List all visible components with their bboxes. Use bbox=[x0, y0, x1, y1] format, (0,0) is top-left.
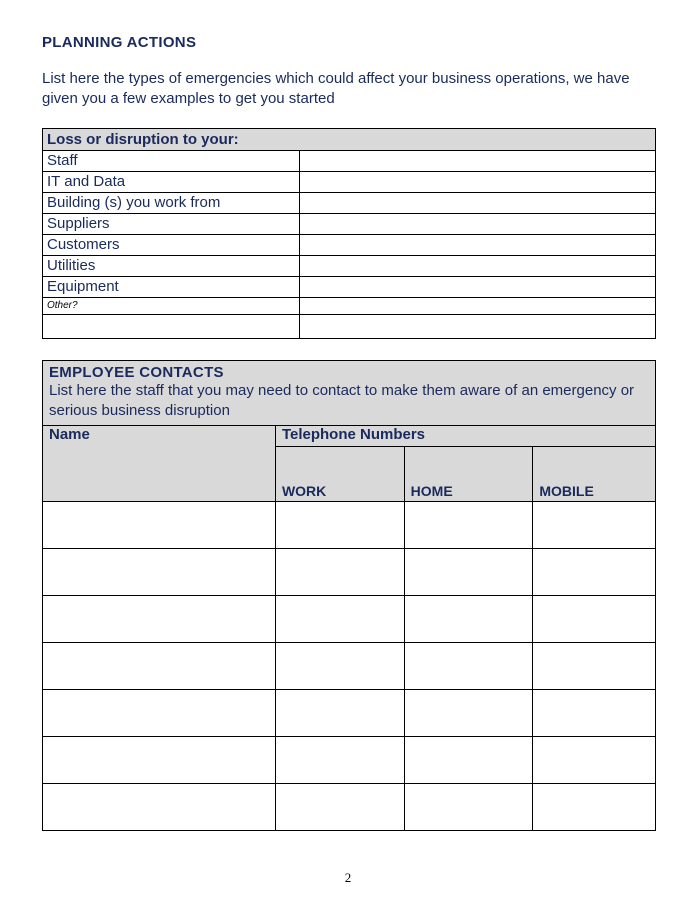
work-cell[interactable] bbox=[275, 690, 404, 737]
sub-work-header: WORK bbox=[275, 447, 404, 502]
work-cell[interactable] bbox=[275, 549, 404, 596]
page-number: 2 bbox=[0, 870, 696, 886]
contacts-title: EMPLOYEE CONTACTS bbox=[49, 364, 649, 381]
row-value[interactable] bbox=[300, 314, 656, 338]
table-row: Staff bbox=[43, 150, 656, 171]
mobile-cell[interactable] bbox=[533, 643, 656, 690]
row-label: Customers bbox=[43, 234, 300, 255]
intro-text: List here the types of emergencies which… bbox=[42, 69, 656, 110]
home-cell[interactable] bbox=[404, 502, 533, 549]
name-cell[interactable] bbox=[43, 502, 276, 549]
name-cell[interactable] bbox=[43, 596, 276, 643]
name-cell[interactable] bbox=[43, 549, 276, 596]
table1-header: Loss or disruption to your: bbox=[43, 128, 656, 150]
contact-row bbox=[43, 502, 656, 549]
table-row: Other? bbox=[43, 297, 656, 314]
row-value[interactable] bbox=[300, 234, 656, 255]
mobile-cell[interactable] bbox=[533, 596, 656, 643]
work-cell[interactable] bbox=[275, 737, 404, 784]
row-label: Staff bbox=[43, 150, 300, 171]
row-value[interactable] bbox=[300, 150, 656, 171]
home-cell[interactable] bbox=[404, 784, 533, 831]
row-label: IT and Data bbox=[43, 171, 300, 192]
contact-row bbox=[43, 784, 656, 831]
row-value[interactable] bbox=[300, 192, 656, 213]
mobile-cell[interactable] bbox=[533, 690, 656, 737]
work-cell[interactable] bbox=[275, 502, 404, 549]
mobile-cell[interactable] bbox=[533, 737, 656, 784]
home-cell[interactable] bbox=[404, 596, 533, 643]
mobile-cell[interactable] bbox=[533, 549, 656, 596]
row-value[interactable] bbox=[300, 171, 656, 192]
contacts-table: EMPLOYEE CONTACTS List here the staff th… bbox=[42, 360, 656, 832]
row-value[interactable] bbox=[300, 255, 656, 276]
home-cell[interactable] bbox=[404, 690, 533, 737]
col-phone-header: Telephone Numbers bbox=[275, 426, 655, 447]
home-cell[interactable] bbox=[404, 737, 533, 784]
row-label: Utilities bbox=[43, 255, 300, 276]
contacts-header-cell: EMPLOYEE CONTACTS List here the staff th… bbox=[43, 360, 656, 426]
table-row: Building (s) you work from bbox=[43, 192, 656, 213]
home-cell[interactable] bbox=[404, 643, 533, 690]
section-title: PLANNING ACTIONS bbox=[42, 34, 656, 51]
contact-row bbox=[43, 596, 656, 643]
contact-row bbox=[43, 549, 656, 596]
contact-row bbox=[43, 643, 656, 690]
table-row: IT and Data bbox=[43, 171, 656, 192]
name-cell[interactable] bbox=[43, 737, 276, 784]
work-cell[interactable] bbox=[275, 596, 404, 643]
work-cell[interactable] bbox=[275, 784, 404, 831]
row-value[interactable] bbox=[300, 213, 656, 234]
row-value[interactable] bbox=[300, 276, 656, 297]
name-cell[interactable] bbox=[43, 643, 276, 690]
blank-label[interactable] bbox=[43, 314, 300, 338]
contact-row bbox=[43, 690, 656, 737]
row-value[interactable] bbox=[300, 297, 656, 314]
mobile-cell[interactable] bbox=[533, 502, 656, 549]
contact-row bbox=[43, 737, 656, 784]
table-row: Customers bbox=[43, 234, 656, 255]
sub-mobile-header: MOBILE bbox=[533, 447, 656, 502]
table-row bbox=[43, 314, 656, 338]
work-cell[interactable] bbox=[275, 643, 404, 690]
table-row: Equipment bbox=[43, 276, 656, 297]
row-label: Suppliers bbox=[43, 213, 300, 234]
col-name-header: Name bbox=[43, 426, 276, 502]
contacts-desc: List here the staff that you may need to… bbox=[49, 381, 649, 422]
mobile-cell[interactable] bbox=[533, 784, 656, 831]
other-label: Other? bbox=[43, 297, 300, 314]
name-cell[interactable] bbox=[43, 784, 276, 831]
sub-home-header: HOME bbox=[404, 447, 533, 502]
name-cell[interactable] bbox=[43, 690, 276, 737]
home-cell[interactable] bbox=[404, 549, 533, 596]
table-row: Suppliers bbox=[43, 213, 656, 234]
row-label: Equipment bbox=[43, 276, 300, 297]
table-row: Utilities bbox=[43, 255, 656, 276]
row-label: Building (s) you work from bbox=[43, 192, 300, 213]
disruption-table: Loss or disruption to your: Staff IT and… bbox=[42, 128, 656, 339]
